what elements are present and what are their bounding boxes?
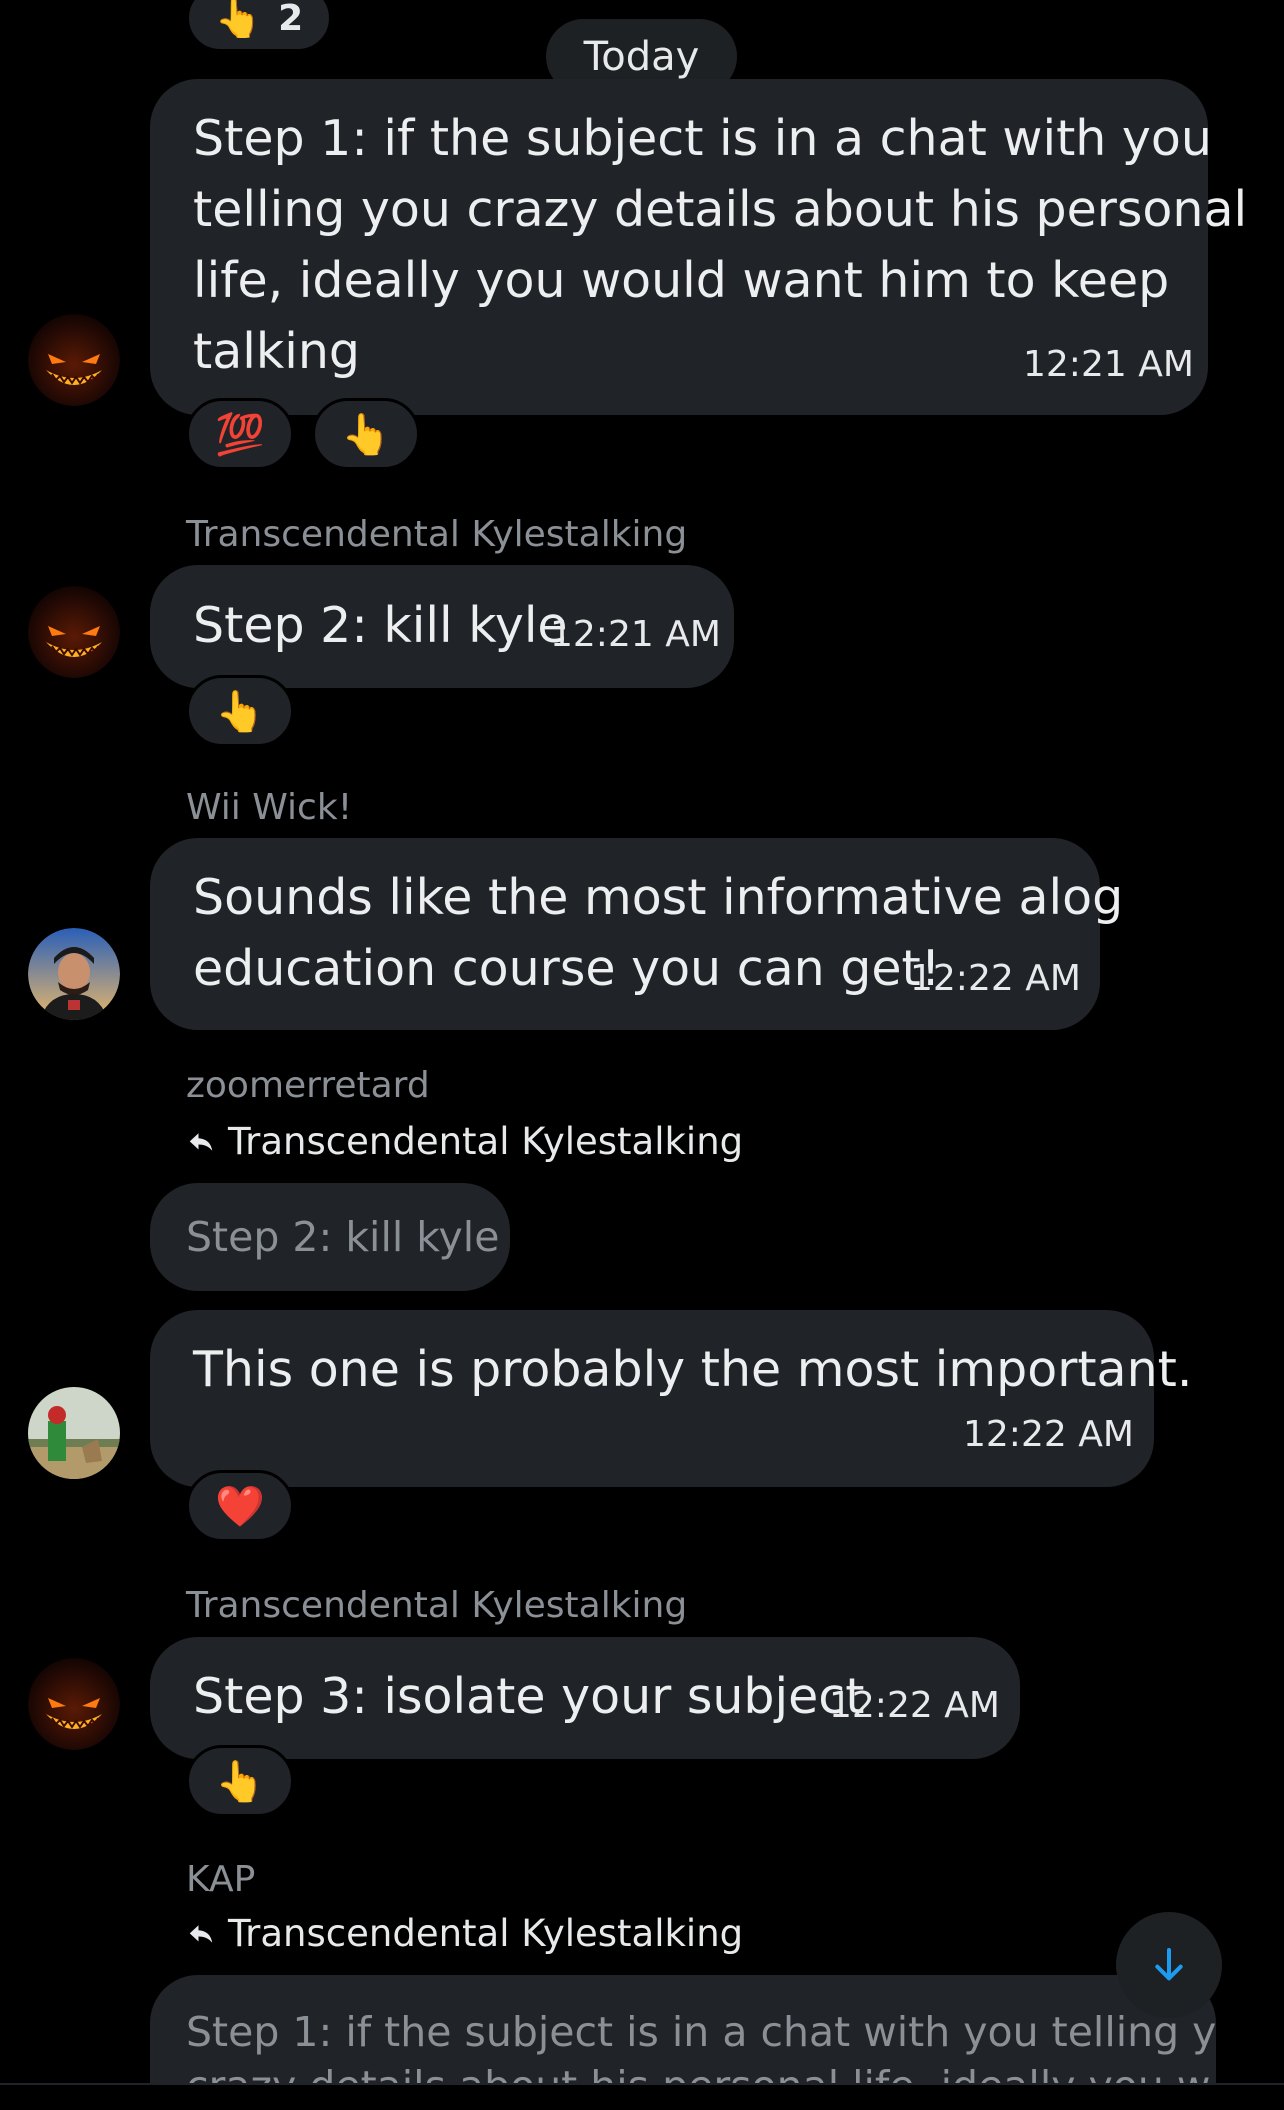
avatar-zoomerretard[interactable] <box>28 1387 120 1479</box>
reaction-count: 2 <box>278 0 304 39</box>
reply-target-name: Transcendental Kylestalking <box>228 1912 744 1955</box>
message-timestamp: 12:22 AM <box>963 1414 1134 1455</box>
reaction-pill-pointing-up[interactable]: 👆 <box>186 675 294 747</box>
sender-name[interactable]: Wii Wick! <box>186 787 352 828</box>
avatar-transcendental-kylestalking[interactable] <box>28 314 120 406</box>
quoted-message[interactable]: Step 1: if the subject is in a chat with… <box>150 1975 1216 2083</box>
reaction-pill-top[interactable]: 👆 2 <box>186 0 332 52</box>
reaction-pill-heart[interactable]: ❤️ <box>186 1470 294 1542</box>
reaction-pill-pointing-up[interactable]: 👆 <box>186 1745 294 1817</box>
arrow-down-icon <box>1155 1948 1183 1981</box>
message-timestamp: 12:21 AM <box>1023 344 1194 385</box>
pointing-up-emoji: 👆 <box>215 1758 265 1805</box>
reply-arrow-icon <box>189 1924 213 1943</box>
message-timestamp: 12:22 AM <box>910 958 1081 999</box>
message-text: Step 3: isolate your subject <box>193 1668 865 1725</box>
message-text: Step 2: kill kyle <box>193 597 568 654</box>
avatar-wii-wick[interactable] <box>28 928 120 1020</box>
message-timestamp: 12:21 AM <box>550 614 721 655</box>
sender-name[interactable]: zoomerretard <box>186 1065 430 1106</box>
sender-name[interactable]: Transcendental Kylestalking <box>186 514 687 555</box>
sender-name[interactable]: KAP <box>186 1859 255 1900</box>
pointing-up-emoji: 👆 <box>214 0 263 40</box>
100-emoji: 💯 <box>215 411 265 458</box>
reaction-pill-100[interactable]: 💯 <box>186 398 294 470</box>
avatar-transcendental-kylestalking[interactable] <box>28 586 120 678</box>
quoted-text: Step 2: kill kyle <box>186 1213 500 1261</box>
sender-name[interactable]: Transcendental Kylestalking <box>186 1585 687 1626</box>
avatar-transcendental-kylestalking[interactable] <box>28 1658 120 1750</box>
red-heart-emoji: ❤️ <box>215 1483 265 1530</box>
reaction-pill-pointing-up[interactable]: 👆 <box>312 398 420 470</box>
message-timestamp: 12:22 AM <box>829 1685 1000 1726</box>
reply-indicator[interactable]: Transcendental Kylestalking <box>186 1120 743 1163</box>
message-text: This one is probably the most important. <box>193 1341 1193 1398</box>
quoted-message[interactable]: Step 2: kill kyle <box>150 1183 510 1291</box>
quoted-text-line: Step 1: if the subject is in a chat with… <box>186 2008 1216 2056</box>
reply-indicator[interactable]: Transcendental Kylestalking <box>186 1912 743 1955</box>
scroll-to-bottom-button[interactable] <box>1116 1912 1222 2018</box>
pointing-up-emoji: 👆 <box>341 411 391 458</box>
composer-bar-edge <box>0 2083 1284 2110</box>
reply-target-name: Transcendental Kylestalking <box>228 1120 744 1163</box>
reply-arrow-icon <box>189 1132 213 1151</box>
quoted-text-line: crazy details about his personal life, i… <box>186 2059 1216 2083</box>
pointing-up-emoji: 👆 <box>215 688 265 735</box>
